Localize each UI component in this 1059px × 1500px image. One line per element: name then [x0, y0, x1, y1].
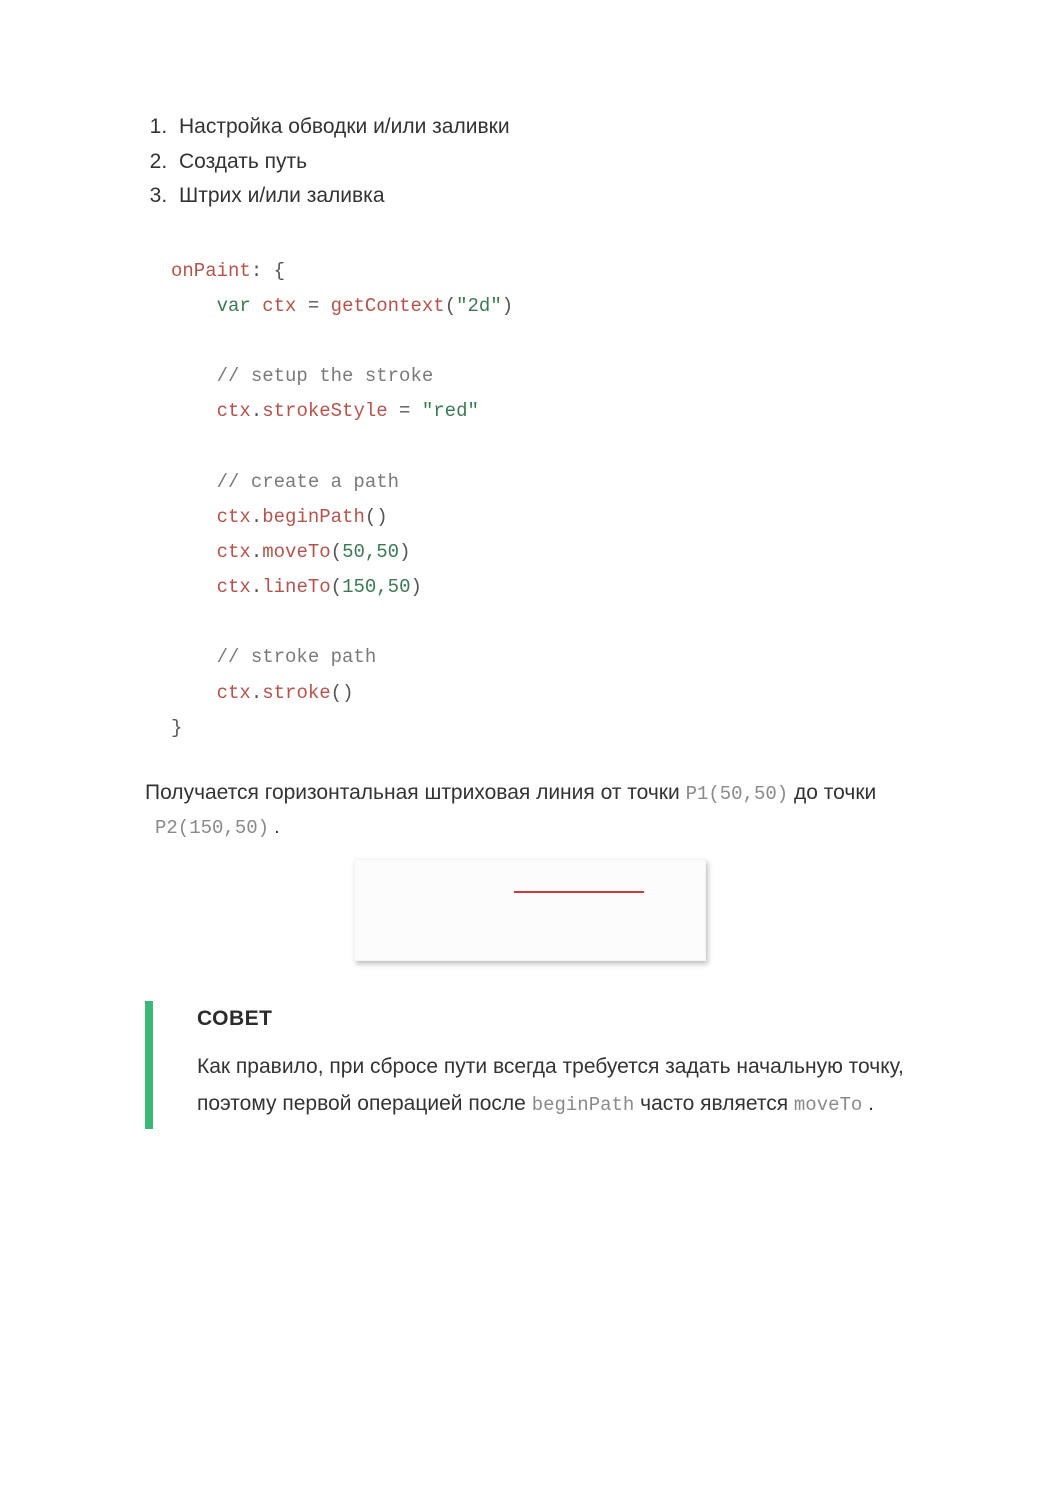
- code-token: stroke: [262, 682, 330, 704]
- code-token: onPaint: [171, 260, 251, 282]
- code-token: ): [502, 295, 513, 317]
- code-token: ctx: [217, 576, 251, 598]
- code-token: lineTo: [262, 576, 330, 598]
- code-token: "2d": [456, 295, 502, 317]
- paragraph: Получается горизонтальная штриховая лини…: [145, 776, 914, 810]
- document-page: Настройка обводки и/или заливки Создать …: [0, 0, 1059, 1500]
- code-token: .: [251, 506, 262, 528]
- list-item: Настройка обводки и/или заливки: [173, 110, 914, 145]
- tip-callout: СОВЕТ Как правило, при сбросе пути всегд…: [145, 1001, 914, 1129]
- text: часто является: [634, 1092, 794, 1115]
- code-token: ctx: [217, 506, 251, 528]
- list-item: Создать путь: [173, 145, 914, 180]
- paragraph: P2(150,50) .: [155, 817, 914, 839]
- inline-code: beginPath: [532, 1094, 635, 1116]
- text: до точки: [788, 781, 876, 804]
- code-token: .: [251, 400, 262, 422]
- steps-list: Настройка обводки и/или заливки Создать …: [145, 110, 914, 214]
- tip-body: Как правило, при сбросе пути всегда треб…: [197, 1049, 914, 1123]
- tip-title: СОВЕТ: [197, 1007, 914, 1031]
- code-token: .: [251, 541, 262, 563]
- code-token: (: [331, 576, 342, 598]
- code-token: .: [251, 682, 262, 704]
- list-item: Штрих и/или заливка: [173, 179, 914, 214]
- code-token: "red": [422, 400, 479, 422]
- code-token: getContext: [331, 295, 445, 317]
- code-token: var: [217, 295, 251, 317]
- code-token: ): [399, 541, 410, 563]
- code-token: beginPath: [262, 506, 365, 528]
- canvas-result-figure: [354, 859, 706, 961]
- code-token: ctx: [217, 400, 251, 422]
- code-token: ): [410, 576, 421, 598]
- code-token: 150,50: [342, 576, 410, 598]
- code-token: }: [171, 717, 182, 739]
- code-token: ): [376, 506, 387, 528]
- code-block: onPaint: { var ctx = getContext("2d") //…: [171, 254, 914, 746]
- code-token: ctx: [217, 682, 251, 704]
- code-token: =: [296, 295, 330, 317]
- figure-red-line: [514, 891, 644, 893]
- text: .: [269, 817, 280, 838]
- code-comment: // stroke path: [217, 646, 377, 668]
- code-token: (: [365, 506, 376, 528]
- text: Получается горизонтальная штриховая лини…: [145, 781, 686, 804]
- code-token: (: [331, 682, 342, 704]
- code-token: .: [251, 576, 262, 598]
- code-token: (: [331, 541, 342, 563]
- inline-code: moveTo: [794, 1094, 862, 1116]
- code-token: 50,50: [342, 541, 399, 563]
- inline-code: P1(50,50): [686, 783, 789, 805]
- code-token: moveTo: [262, 541, 330, 563]
- code-token: ctx: [262, 295, 296, 317]
- code-token: ctx: [217, 541, 251, 563]
- code-token: (: [445, 295, 456, 317]
- text: .: [862, 1092, 874, 1115]
- code-token: : {: [251, 260, 285, 282]
- code-comment: // create a path: [217, 471, 399, 493]
- code-token: =: [388, 400, 422, 422]
- code-comment: // setup the stroke: [217, 365, 434, 387]
- inline-code: P2(150,50): [155, 817, 269, 839]
- code-token: strokeStyle: [262, 400, 387, 422]
- code-token: ): [342, 682, 353, 704]
